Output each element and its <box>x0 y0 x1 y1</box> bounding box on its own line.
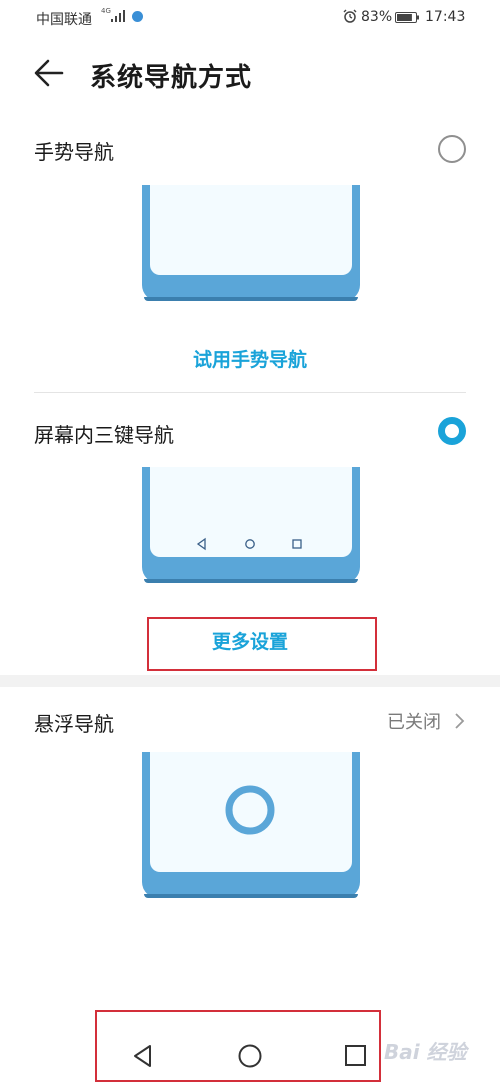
signal-icon <box>111 10 125 22</box>
phone-shadow <box>144 579 358 583</box>
more-settings-button[interactable]: 更多设置 <box>147 627 353 654</box>
mini-recents-icon <box>292 539 302 549</box>
triangle-back-icon <box>134 1045 151 1067</box>
mini-home-icon <box>245 539 255 549</box>
battery-percent: 83% <box>361 9 393 25</box>
arrow-left-icon <box>34 59 64 87</box>
clock: 17:43 <box>425 9 466 25</box>
nav-recents-button[interactable] <box>341 1040 371 1072</box>
page-title: 系统导航方式 <box>90 63 253 93</box>
nav-back-button[interactable] <box>128 1040 158 1072</box>
circle-home-icon <box>238 1044 262 1068</box>
alarm-icon <box>343 9 357 23</box>
floating-nav-status-text: 已关闭 <box>387 712 441 733</box>
battery-icon <box>395 12 419 23</box>
gesture-nav-radio[interactable] <box>438 135 466 163</box>
status-bar: 中国联通 4G 83% 17:43 <box>0 0 500 36</box>
mini-back-icon <box>196 537 206 551</box>
three-key-nav-label[interactable]: 屏幕内三键导航 <box>34 419 174 448</box>
chevron-right-icon <box>455 713 465 729</box>
square-recents-icon <box>345 1045 366 1066</box>
floating-nav-status[interactable]: 已关闭 <box>387 708 465 734</box>
watermark: Bai 经验 <box>384 1040 467 1064</box>
gesture-nav-label[interactable]: 手势导航 <box>34 136 114 165</box>
network-badge: 4G <box>101 7 111 15</box>
phone-screen <box>150 185 352 275</box>
carrier-name: 中国联通 <box>36 12 92 28</box>
three-key-nav-radio[interactable] <box>438 417 466 445</box>
sync-icon <box>132 11 143 22</box>
divider <box>34 392 466 393</box>
back-button[interactable] <box>30 56 70 90</box>
phone-shadow <box>144 297 358 301</box>
section-gap <box>0 675 500 687</box>
nav-home-button[interactable] <box>235 1040 265 1072</box>
floating-nav-label[interactable]: 悬浮导航 <box>34 708 114 737</box>
floating-dock-icon <box>225 785 275 835</box>
try-gesture-button[interactable]: 试用手势导航 <box>150 345 350 372</box>
phone-shadow <box>144 894 358 898</box>
mini-nav-keys <box>196 537 302 551</box>
